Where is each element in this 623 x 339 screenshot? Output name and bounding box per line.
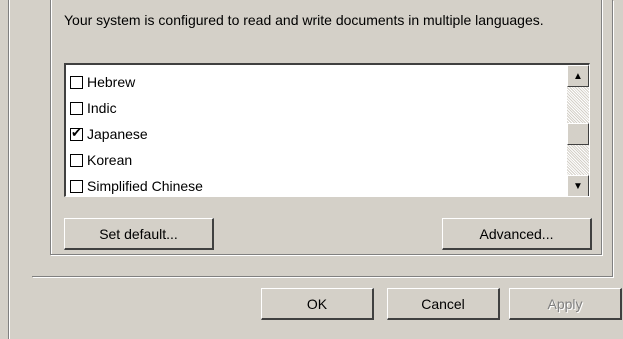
cancel-button[interactable]: Cancel — [387, 288, 500, 320]
hebrew-checkbox[interactable] — [70, 75, 83, 89]
vertical-scrollbar[interactable]: ▲ ▼ — [567, 65, 589, 196]
hebrew-label: Hebrew — [87, 74, 136, 90]
apply-button[interactable]: Apply — [509, 288, 622, 320]
languages-listbox[interactable]: Hebrew Indic ✔ Japanese Korean Simplifie… — [64, 63, 590, 197]
simplified-chinese-label: Simplified Chinese — [87, 178, 203, 194]
indic-label: Indic — [87, 100, 117, 116]
list-item-simplified-chinese[interactable]: Simplified Chinese — [70, 173, 560, 196]
japanese-checkbox[interactable]: ✔ — [70, 124, 83, 141]
window-border-highlight — [9, 0, 10, 339]
scroll-thumb[interactable] — [567, 123, 589, 145]
ok-button[interactable]: OK — [261, 288, 374, 320]
scroll-up-button[interactable]: ▲ — [567, 65, 589, 87]
japanese-label: Japanese — [87, 126, 148, 142]
groupbox-border-highlight — [51, 255, 603, 256]
indic-checkbox[interactable] — [70, 101, 83, 115]
groupbox-border-highlight — [602, 0, 603, 255]
set-default-button[interactable]: Set default... — [64, 218, 214, 250]
groupbox-border-highlight — [51, 0, 52, 255]
list-item-hebrew[interactable]: Hebrew — [70, 69, 560, 95]
simplified-chinese-checkbox[interactable] — [70, 179, 83, 193]
list-item-japanese[interactable]: ✔ Japanese — [70, 121, 560, 147]
scroll-down-button[interactable]: ▼ — [567, 175, 589, 196]
arrow-up-icon: ▲ — [573, 70, 583, 82]
list-item-indic[interactable]: Indic — [70, 95, 560, 121]
korean-label: Korean — [87, 152, 133, 168]
check-icon: ✔ — [71, 124, 82, 140]
languages-description: Your system is configured to read and wr… — [64, 12, 544, 28]
arrow-down-icon: ▼ — [573, 180, 583, 192]
list-item-korean[interactable]: Korean — [70, 147, 560, 173]
korean-checkbox[interactable] — [70, 153, 83, 167]
advanced-button[interactable]: Advanced... — [442, 218, 592, 250]
